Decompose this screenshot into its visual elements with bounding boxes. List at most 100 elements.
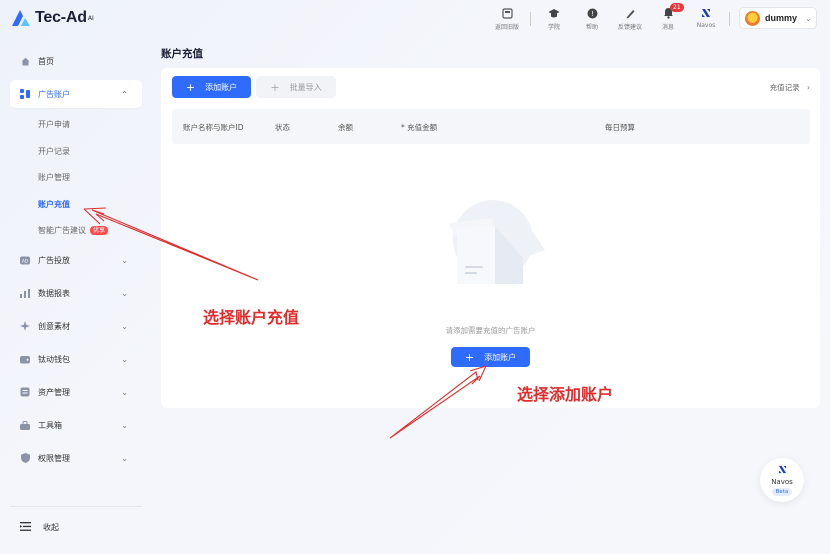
logo-mark-icon xyxy=(10,9,32,27)
tool-return-old[interactable]: 返回旧版 xyxy=(488,6,526,31)
ad-account-icon xyxy=(20,89,30,99)
sidebar-item-label: 工具箱 xyxy=(38,420,62,430)
home-icon xyxy=(20,56,30,66)
grid-box-icon xyxy=(500,6,514,20)
navos-logo-icon xyxy=(699,6,713,20)
chevron-down-icon: ⌄ xyxy=(121,354,128,364)
svg-text:!: ! xyxy=(591,10,594,18)
tool-divider xyxy=(729,12,730,26)
sidebar-item-label: 钛动钱包 xyxy=(38,354,70,364)
sidebar-item-ad-account[interactable]: 广告账户 ⌃ xyxy=(10,80,142,108)
table-header: 账户名称与账户ID 状态 余额 * 充值金额 每日预算 xyxy=(172,109,810,144)
sidebar-item-ad-delivery[interactable]: AD 广告投放 ⌄ xyxy=(10,246,142,274)
premium-badge: 优享 xyxy=(90,226,109,235)
svg-text:AD: AD xyxy=(22,258,29,264)
sidebar-item-wallet[interactable]: 钛动钱包 ⌄ xyxy=(10,345,142,373)
sidebar-item-home[interactable]: 首页 xyxy=(10,47,142,75)
navos-label: Navos xyxy=(771,477,793,486)
record-link-label: 充值记录 xyxy=(769,83,800,92)
sidebar-item-permissions[interactable]: 权限管理 ⌄ xyxy=(10,444,142,472)
sidebar-item-label: 首页 xyxy=(38,56,54,66)
graduation-cap-icon xyxy=(547,6,561,20)
empty-add-account-label: 添加账户 xyxy=(484,352,517,362)
brand-logo[interactable]: Tec-Ad AI xyxy=(10,9,94,27)
sub-item-smart-ad[interactable]: 智能广告建议 优享 xyxy=(38,225,109,236)
shield-icon xyxy=(20,453,30,463)
bar-chart-icon xyxy=(20,288,30,298)
column-header: 状态 xyxy=(275,123,290,132)
wallet-icon xyxy=(20,354,30,364)
sidebar-item-label: 广告投放 xyxy=(38,255,70,265)
batch-import-label: 批量导入 xyxy=(289,82,322,92)
column-header: * 充值金额 xyxy=(401,123,438,132)
tool-label: 学院 xyxy=(547,24,560,31)
user-name: dummy xyxy=(765,13,798,23)
chevron-down-icon: ⌄ xyxy=(121,453,128,463)
add-account-button[interactable]: + 添加账户 xyxy=(172,76,251,98)
tool-label: 反馈建议 xyxy=(617,24,642,31)
sub-item-account-manage[interactable]: 账户管理 xyxy=(38,172,70,183)
tool-navos[interactable]: Navos xyxy=(687,6,725,29)
column-header: 每日预算 xyxy=(605,123,635,132)
header-tools: 返回旧版 学院 ! 帮助 反馈建议 21 消息 Navos xyxy=(488,3,734,31)
add-account-label: 添加账户 xyxy=(205,82,238,92)
avatar xyxy=(745,10,760,26)
empty-add-account-button[interactable]: + 添加账户 xyxy=(451,347,530,367)
tool-feedback[interactable]: 反馈建议 xyxy=(611,6,649,31)
sub-item-open-record[interactable]: 开户记录 xyxy=(38,146,70,157)
pencil-icon xyxy=(623,6,637,20)
annotation-select-add: 选择添加账户 xyxy=(517,385,614,404)
asset-icon xyxy=(20,387,30,397)
tool-label: 返回旧版 xyxy=(494,24,519,31)
navos-assistant-button[interactable]: Navos Beta xyxy=(760,458,804,502)
plus-icon: + xyxy=(185,80,196,94)
tool-label: Navos xyxy=(696,22,716,29)
sidebar-collapse-button[interactable]: 收起 xyxy=(20,522,59,533)
sub-item-open-apply[interactable]: 开户申请 xyxy=(38,119,70,130)
chevron-down-icon: ⌄ xyxy=(805,13,812,23)
collapse-icon xyxy=(20,522,31,533)
column-header: 余额 xyxy=(338,123,353,132)
collapse-label: 收起 xyxy=(43,523,59,532)
chevron-down-icon: ⌄ xyxy=(121,288,128,298)
sub-item-account-recharge[interactable]: 账户充值 xyxy=(38,199,70,210)
creative-icon xyxy=(20,321,30,331)
batch-import-button[interactable]: + 批量导入 xyxy=(256,76,336,98)
sidebar-item-label: 资产管理 xyxy=(38,387,70,397)
tool-label: 消息 xyxy=(661,24,674,31)
tool-label: 帮助 xyxy=(585,24,598,31)
sidebar-item-toolbox[interactable]: 工具箱 ⌄ xyxy=(10,411,142,439)
plus-icon: + xyxy=(464,350,475,364)
sidebar-item-label: 数据报表 xyxy=(38,288,70,298)
sidebar-item-label: 创意素材 xyxy=(38,321,70,331)
tool-academy[interactable]: 学院 xyxy=(535,6,573,31)
empty-box-illustration xyxy=(431,200,553,292)
tool-help[interactable]: ! 帮助 xyxy=(573,6,611,31)
column-header: 账户名称与账户ID xyxy=(183,123,244,132)
sidebar-item-label: 广告账户 xyxy=(38,89,70,99)
sidebar-divider xyxy=(10,506,142,507)
brand-name: Tec-Ad xyxy=(35,9,87,26)
tool-divider xyxy=(530,12,531,26)
recharge-card: + 添加账户 + 批量导入 充值记录 › 账户名称与账户ID 状态 余额 * 充… xyxy=(161,68,820,408)
chevron-up-icon: ⌃ xyxy=(121,89,128,99)
top-header: Tec-Ad AI 返回旧版 学院 ! 帮助 反馈建议 21 消息 Navos … xyxy=(0,0,830,38)
sidebar-item-creative[interactable]: 创意素材 ⌄ xyxy=(10,312,142,340)
brand-sup: AI xyxy=(87,14,94,22)
sidebar: 首页 广告账户 ⌃ 开户申请 开户记录 账户管理 账户充值 智能广告建议 优享 A… xyxy=(0,38,152,554)
sidebar-item-assets[interactable]: 资产管理 ⌄ xyxy=(10,378,142,406)
message-count-badge: 21 xyxy=(670,3,684,12)
annotation-select-recharge: 选择账户充值 xyxy=(203,308,300,327)
chevron-down-icon: ⌄ xyxy=(121,387,128,397)
chevron-down-icon: ⌄ xyxy=(121,255,128,265)
help-circle-icon: ! xyxy=(585,6,599,20)
recharge-record-link[interactable]: 充值记录 › xyxy=(770,82,810,93)
sidebar-item-reports[interactable]: 数据报表 ⌄ xyxy=(10,279,142,307)
plus-icon: + xyxy=(270,80,280,94)
page-title: 账户充值 xyxy=(161,48,203,60)
beta-badge: Beta xyxy=(771,487,793,496)
toolbox-icon xyxy=(20,420,30,430)
user-menu[interactable]: dummy ⌄ xyxy=(739,7,817,29)
tool-messages[interactable]: 21 消息 xyxy=(649,3,687,31)
sidebar-item-label: 权限管理 xyxy=(38,453,70,463)
